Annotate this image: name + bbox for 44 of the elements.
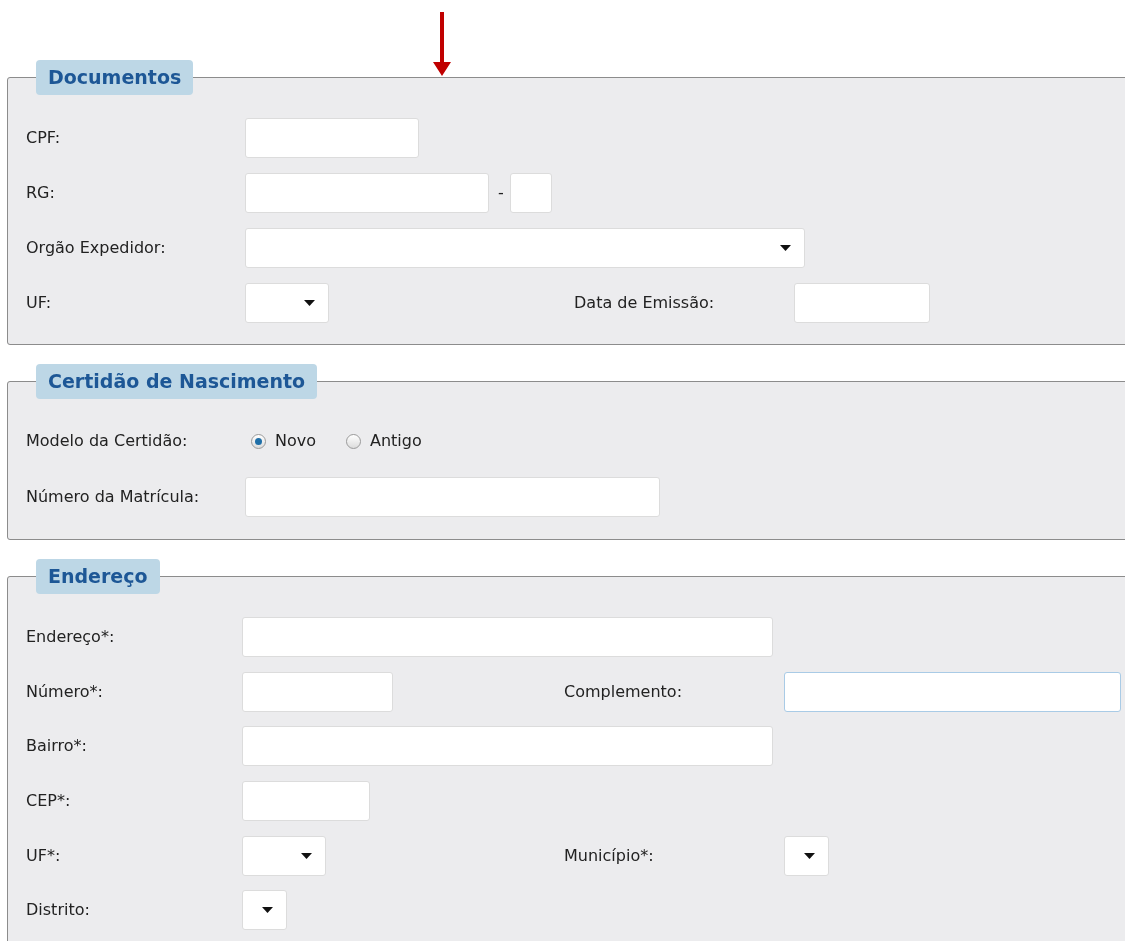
field-label: UF*: [26,845,61,865]
field-label: CEP*: [26,791,71,811]
field-label: Município*: [564,845,654,865]
radio-label: Antigo [370,430,422,452]
input-field[interactable] [245,172,489,213]
field-label: Modelo da Certidão: [26,431,188,450]
radio-button[interactable] [251,433,266,449]
caret-icon [262,907,273,914]
field-label: Endereço*: [26,627,115,647]
input-field[interactable] [242,617,773,658]
field-label: Número*: [26,681,103,701]
input-field[interactable] [784,671,1121,712]
field-label: Data de Emissão: [574,292,715,312]
caret-icon [780,244,791,251]
input-field[interactable] [245,477,660,517]
input-field[interactable] [242,671,393,712]
dropdown[interactable] [242,890,287,931]
section-title: Endereço [36,559,160,594]
field-label: Distrito: [26,900,90,920]
input-field[interactable] [510,172,552,213]
field-label: Número da Matrícula: [26,487,200,506]
caret-icon [304,299,315,306]
arrow-icon [433,12,451,76]
field-label: RG: [26,182,55,202]
field-label: CPF: [26,127,61,147]
section-title: Certidão de Nascimento [36,364,318,399]
input-field[interactable] [245,117,419,158]
dropdown[interactable] [245,282,329,323]
caret-icon [301,852,312,859]
field-label: Complemento: [564,681,682,701]
input-field[interactable] [794,282,930,323]
input-field[interactable] [242,726,773,767]
dropdown[interactable] [245,227,805,268]
dropdown[interactable] [242,835,326,876]
field-label: Orgão Expedidor: [26,237,166,257]
dropdown[interactable] [784,835,829,876]
input-field[interactable] [242,781,370,822]
field-label: UF: [26,292,52,312]
caret-icon [804,852,815,859]
field-label: Bairro*: [26,736,87,756]
section-title: Documentos [36,60,194,95]
radio-button[interactable] [346,433,361,449]
separator-text: - [498,181,504,204]
radio-label: Novo [275,430,316,452]
